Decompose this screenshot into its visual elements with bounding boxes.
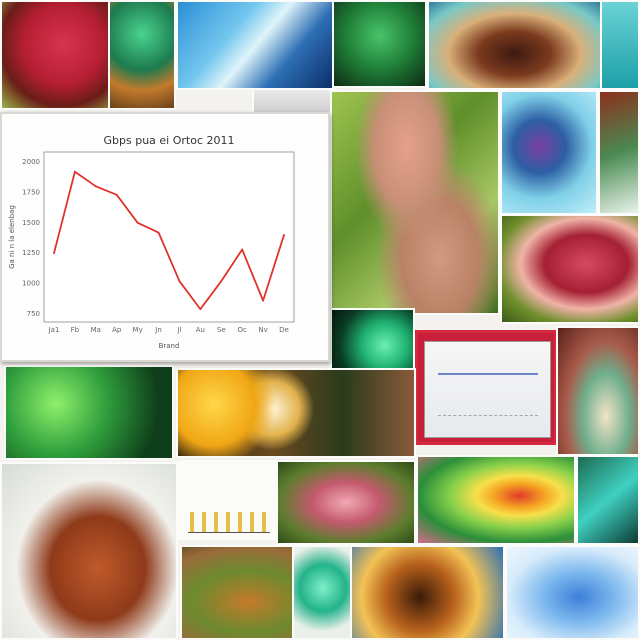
collage-tile-blue-leaf [176,0,336,90]
chart-y-tick-label: 1250 [22,249,40,257]
chart-x-tick-label: Jl [176,326,181,334]
lab-screen-trace [438,373,538,416]
chart-x-tick-label: Fb [71,326,80,334]
collage-tile-red-leaf [0,0,115,110]
chart-y-ticks: 2000 1750 1500 1250 1000 750 [22,158,40,318]
collage-tile-cyan-strip [600,0,640,90]
chart-data-point [74,170,76,173]
chart-x-tick-label: Au [196,326,205,334]
collage-tile-blue-veins [500,90,598,215]
small-chart-bars [190,512,268,532]
collage-tile-green-fern [4,365,174,460]
collage-tile-dark-green [332,0,427,88]
chart-data-point [262,299,264,302]
chart-x-tick-label: My [133,326,143,334]
chart-y-axis-label: Ga ni n la elenbag [8,205,16,269]
collage-tile-green-sprout [108,0,176,110]
chart-data-point [53,252,55,255]
chart-y-tick-label: 1500 [22,219,40,227]
chart-data-point [178,280,181,283]
chart-data-point [115,193,118,196]
chart-x-tick-label: De [279,326,289,334]
chart-data-point [199,308,202,311]
line-chart: Gbps pua ei Ortoc 2011 Brand Ga ni n la … [8,134,295,350]
chart-y-tick-label: 750 [27,310,40,318]
collage-tile-red-sphere [500,214,640,324]
small-chart-baseline [188,532,270,533]
chart-x-tick-label: Ap [112,326,122,334]
collage-tile-grey-strip [252,88,332,114]
chart-x-ticks: Ja1 Fb Ma Ap My Jn Jl Au Se Oc Nv De [48,326,289,334]
chart-x-tick-label: Ma [91,326,101,334]
chart-data-point [241,248,244,251]
chart-data-point [136,221,139,224]
collage-tile-blue-specimen [505,545,640,640]
collage-tile-orange-glow [350,545,505,640]
chart-y-tick-label: 1000 [22,280,40,288]
chart-data-point [157,231,160,234]
chart-data-point [220,280,223,283]
chart-x-tick-label: Oc [238,326,248,334]
collage-tile-lab-screen [415,330,557,445]
collage-tile-yellow-orbs [176,368,416,458]
collage-tile-pink-organ [330,90,500,315]
chart-plot-frame [43,151,295,323]
collage-tile-green-seed [292,545,354,640]
collage-tile-cutaway-fruit [427,0,602,90]
collage-tile-arch [556,326,640,456]
chart-x-tick-label: Se [217,326,226,334]
collage-tile-teal-leaf [576,455,640,545]
chart-x-tick-label: Nv [258,326,267,334]
collage-tile-small-chart [178,460,276,540]
chart-data-point [283,234,285,236]
chart-y-tick-label: 1750 [22,188,40,196]
collage-tile-pink-tissue [276,460,416,545]
collage-tile-heat-map [416,455,576,545]
chart-x-tick-label: Ja1 [48,326,60,334]
collage-tile-white-leaf [598,90,640,215]
line-chart-card: Gbps pua ei Ortoc 2011 Brand Ga ni n la … [0,112,330,362]
chart-x-axis-label: Brand [159,342,180,350]
chart-y-tick-label: 2000 [22,158,40,166]
chart-title: Gbps pua ei Ortoc 2011 [104,134,235,147]
chart-data-point [94,185,97,188]
collage-tile-brown-leaf [0,462,178,640]
chart-x-tick-label: Jn [154,326,162,334]
